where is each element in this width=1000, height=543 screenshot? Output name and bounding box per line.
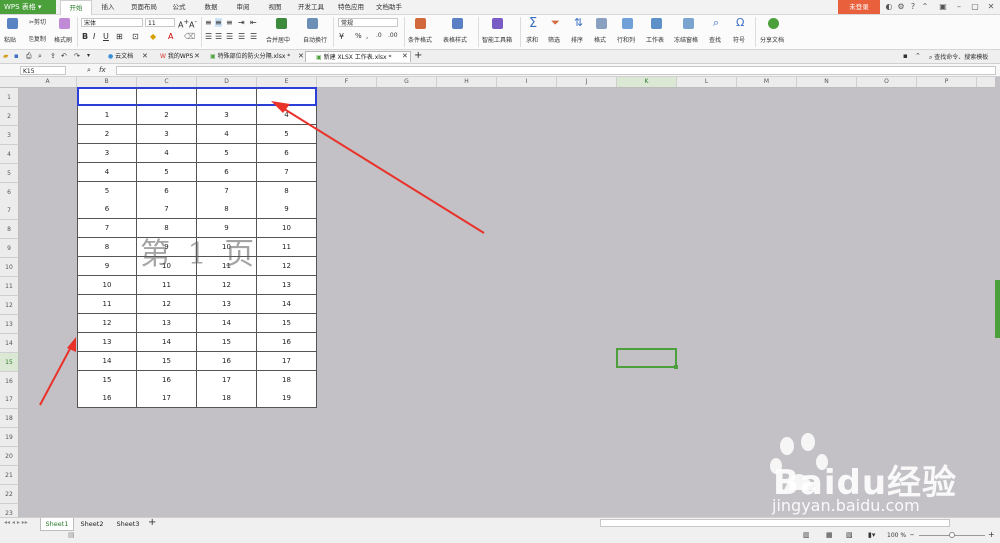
sheet-nav-icons[interactable]: ◂◂ ◂ ▸ ▸▸ [4, 519, 28, 526]
macro-icon[interactable]: ▤ [68, 531, 75, 539]
red-arrow-line [39, 344, 73, 406]
zoom-in-icon[interactable]: + [988, 530, 995, 539]
sheet-tab-3[interactable]: Sheet3 [112, 518, 144, 530]
zoom-level[interactable]: 100 % [887, 532, 906, 539]
reading-mode-icon[interactable]: ▮▾ [868, 531, 875, 539]
red-arrow-line [280, 106, 485, 234]
view-normal-icon[interactable]: ▥ [803, 531, 810, 539]
baidu-url-text: jingyan.baidu.com [772, 496, 920, 515]
zoom-slider-thumb[interactable] [949, 532, 955, 538]
sheet-tab-1[interactable]: Sheet1 [40, 518, 74, 531]
horizontal-scrollbar[interactable] [600, 519, 950, 527]
zoom-out-icon[interactable]: – [910, 530, 914, 539]
sheet-tab-2[interactable]: Sheet2 [76, 518, 108, 530]
view-page-icon[interactable]: ▦ [826, 531, 833, 539]
view-pagebreak-icon[interactable]: ▧ [846, 531, 853, 539]
add-sheet-icon[interactable]: + [148, 517, 156, 528]
